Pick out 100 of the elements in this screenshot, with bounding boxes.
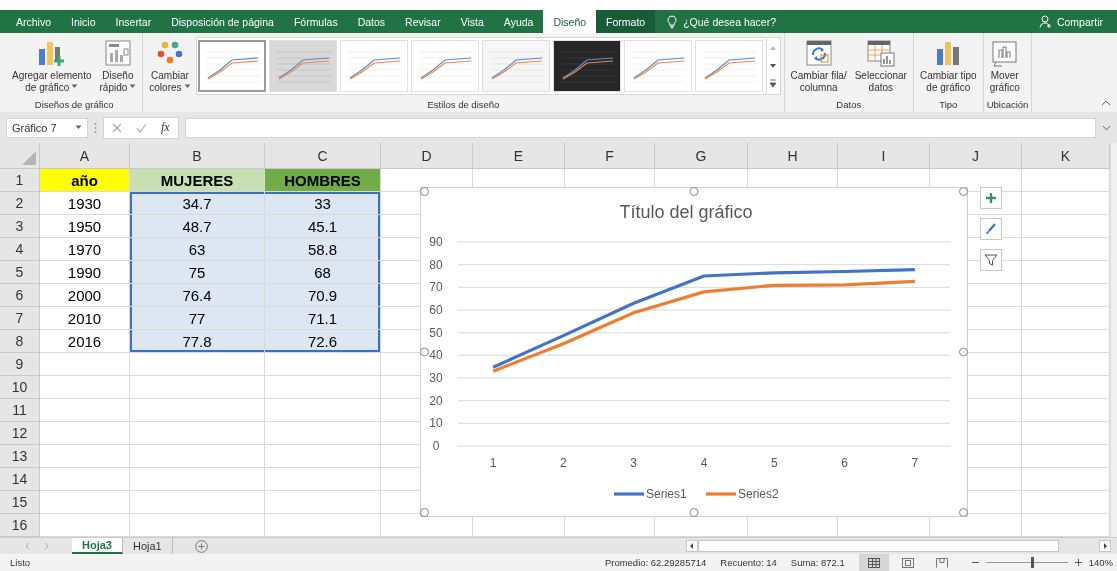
ribbon-button[interactable]: Seleccionar datos — [851, 37, 910, 96]
column-header[interactable]: C — [265, 143, 381, 169]
axis-label: 3 — [630, 456, 638, 470]
ribbon-tab[interactable]: Ayuda — [493, 10, 544, 33]
expand-icon[interactable] — [1102, 124, 1111, 131]
resize-handle[interactable] — [420, 347, 429, 357]
ribbon-button[interactable]: Cambiar tipo de gráfico — [916, 37, 980, 96]
select-all-icon[interactable] — [22, 151, 36, 165]
row-header[interactable]: 16 — [0, 514, 40, 537]
table-cell: 77 — [130, 307, 265, 330]
resize-handle[interactable] — [420, 187, 429, 196]
ribbon-button[interactable]: Agregar elemento de gráfico — [9, 37, 95, 96]
slider-thumb[interactable] — [1030, 557, 1034, 568]
column-header[interactable]: E — [473, 143, 565, 169]
next-sheet-icon[interactable] — [44, 542, 50, 550]
column-header[interactable]: D — [381, 143, 473, 169]
row-header[interactable]: 14 — [0, 468, 40, 491]
ribbon-tab[interactable]: Archivo — [6, 10, 61, 33]
table-cell: 71.1 — [265, 307, 381, 330]
ribbon-tab[interactable]: Diseño — [543, 10, 597, 33]
column-header[interactable]: K — [1022, 143, 1110, 169]
column-header[interactable]: F — [565, 143, 655, 169]
view-button[interactable] — [858, 554, 889, 571]
ribbon-button[interactable]: Mover gráfico — [986, 37, 1023, 96]
horizontal-scrollbar[interactable] — [698, 540, 1059, 552]
chart-filter-button[interactable] — [980, 249, 1002, 271]
scroll-right-icon[interactable] — [1099, 540, 1111, 552]
axis-label: 0 — [432, 439, 440, 453]
axis-label: 60 — [429, 303, 443, 317]
scroll-left-icon[interactable] — [686, 540, 698, 552]
group-label: Datos — [835, 99, 863, 110]
resize-handle[interactable] — [689, 187, 699, 196]
ribbon-button[interactable]: Diseño rápido — [96, 37, 140, 96]
row-header[interactable]: 1 — [0, 169, 40, 192]
ribbon-button[interactable]: Cambiar fila/ columna — [787, 37, 850, 96]
resize-handle[interactable] — [959, 508, 968, 517]
zoom-level[interactable]: 140% — [1088, 557, 1113, 568]
column-header[interactable]: G — [655, 143, 748, 169]
status-summary: Suma: 872.1 — [790, 557, 845, 568]
vertical-scrollbar[interactable] — [1110, 143, 1117, 537]
column-header[interactable]: H — [748, 143, 838, 169]
table-cell: 63 — [130, 238, 265, 261]
caret-icon — [75, 125, 82, 130]
column-header[interactable]: B — [130, 143, 265, 169]
group-label: Tipo — [938, 99, 959, 110]
status-summary: Promedio: 62.29285714 — [604, 557, 707, 568]
ribbon-button[interactable]: Cambiar colores — [146, 37, 194, 96]
ribbon-tab[interactable]: Inicio — [61, 10, 106, 33]
axis-label: 40 — [429, 348, 443, 363]
axis-label: 30 — [429, 371, 443, 385]
search-field[interactable]: ¿Qué desea hacer? — [683, 15, 804, 28]
collapse-icon[interactable] — [1101, 100, 1111, 106]
row-header[interactable]: 6 — [0, 284, 40, 307]
previous-sheet-icon[interactable] — [24, 542, 30, 550]
ribbon-tab[interactable]: Fórmulas — [283, 10, 348, 33]
check-icon[interactable] — [136, 122, 147, 133]
share-button[interactable]: Compartir — [1024, 10, 1117, 33]
row-header[interactable]: 8 — [0, 330, 40, 353]
row-header[interactable]: 10 — [0, 376, 40, 399]
resize-handle[interactable] — [420, 508, 429, 517]
row-header[interactable]: 7 — [0, 307, 40, 330]
row-header[interactable]: 2 — [0, 192, 40, 215]
sheet-tab[interactable]: Hoja3 — [72, 538, 123, 554]
row-header[interactable]: 11 — [0, 399, 40, 422]
axis-label: 1 — [489, 456, 497, 470]
ribbon-tab[interactable]: Disposición de página — [161, 10, 284, 33]
add-sheet-icon[interactable] — [194, 539, 208, 553]
column-header[interactable]: I — [838, 143, 930, 169]
row-header[interactable]: 9 — [0, 353, 40, 376]
bar-chart-plus-icon — [36, 39, 67, 67]
zoom-in-icon[interactable] — [1073, 558, 1083, 567]
ribbon-tab[interactable]: Revisar — [395, 10, 451, 33]
column-header[interactable]: A — [40, 143, 130, 169]
row-header[interactable]: 5 — [0, 261, 40, 284]
axis-label: 5 — [770, 456, 778, 470]
chart-title: Título del gráfico — [619, 202, 753, 222]
page-break-icon — [935, 557, 948, 568]
resize-handle[interactable] — [959, 347, 968, 357]
name-box[interactable]: Gráfico 7 — [6, 117, 88, 138]
ribbon-tab[interactable]: Vista — [450, 10, 494, 33]
brush-icon — [984, 222, 998, 236]
resize-handle[interactable] — [689, 508, 699, 517]
legend-swatch — [706, 492, 736, 496]
ribbon-tab[interactable]: Insertar — [105, 10, 162, 33]
cancel-icon[interactable] — [112, 122, 122, 133]
row-header[interactable]: 4 — [0, 238, 40, 261]
row-header[interactable]: 12 — [0, 422, 40, 445]
row-header[interactable]: 3 — [0, 215, 40, 238]
ribbon-tab[interactable]: Datos — [347, 10, 396, 33]
row-header[interactable]: 13 — [0, 445, 40, 468]
insert-function-button[interactable]: fx — [161, 120, 170, 135]
chart-window-icon — [989, 39, 1020, 67]
ribbon-tab[interactable]: Formato — [596, 10, 656, 33]
formula-input[interactable] — [184, 117, 1096, 138]
column-header[interactable]: J — [930, 143, 1022, 169]
chart-style-thumbnail[interactable] — [197, 40, 266, 92]
chart-add-element-button[interactable] — [980, 187, 1002, 209]
row-header[interactable]: 15 — [0, 491, 40, 514]
resize-handle[interactable] — [959, 187, 968, 196]
chart-brush-button[interactable] — [980, 218, 1002, 240]
